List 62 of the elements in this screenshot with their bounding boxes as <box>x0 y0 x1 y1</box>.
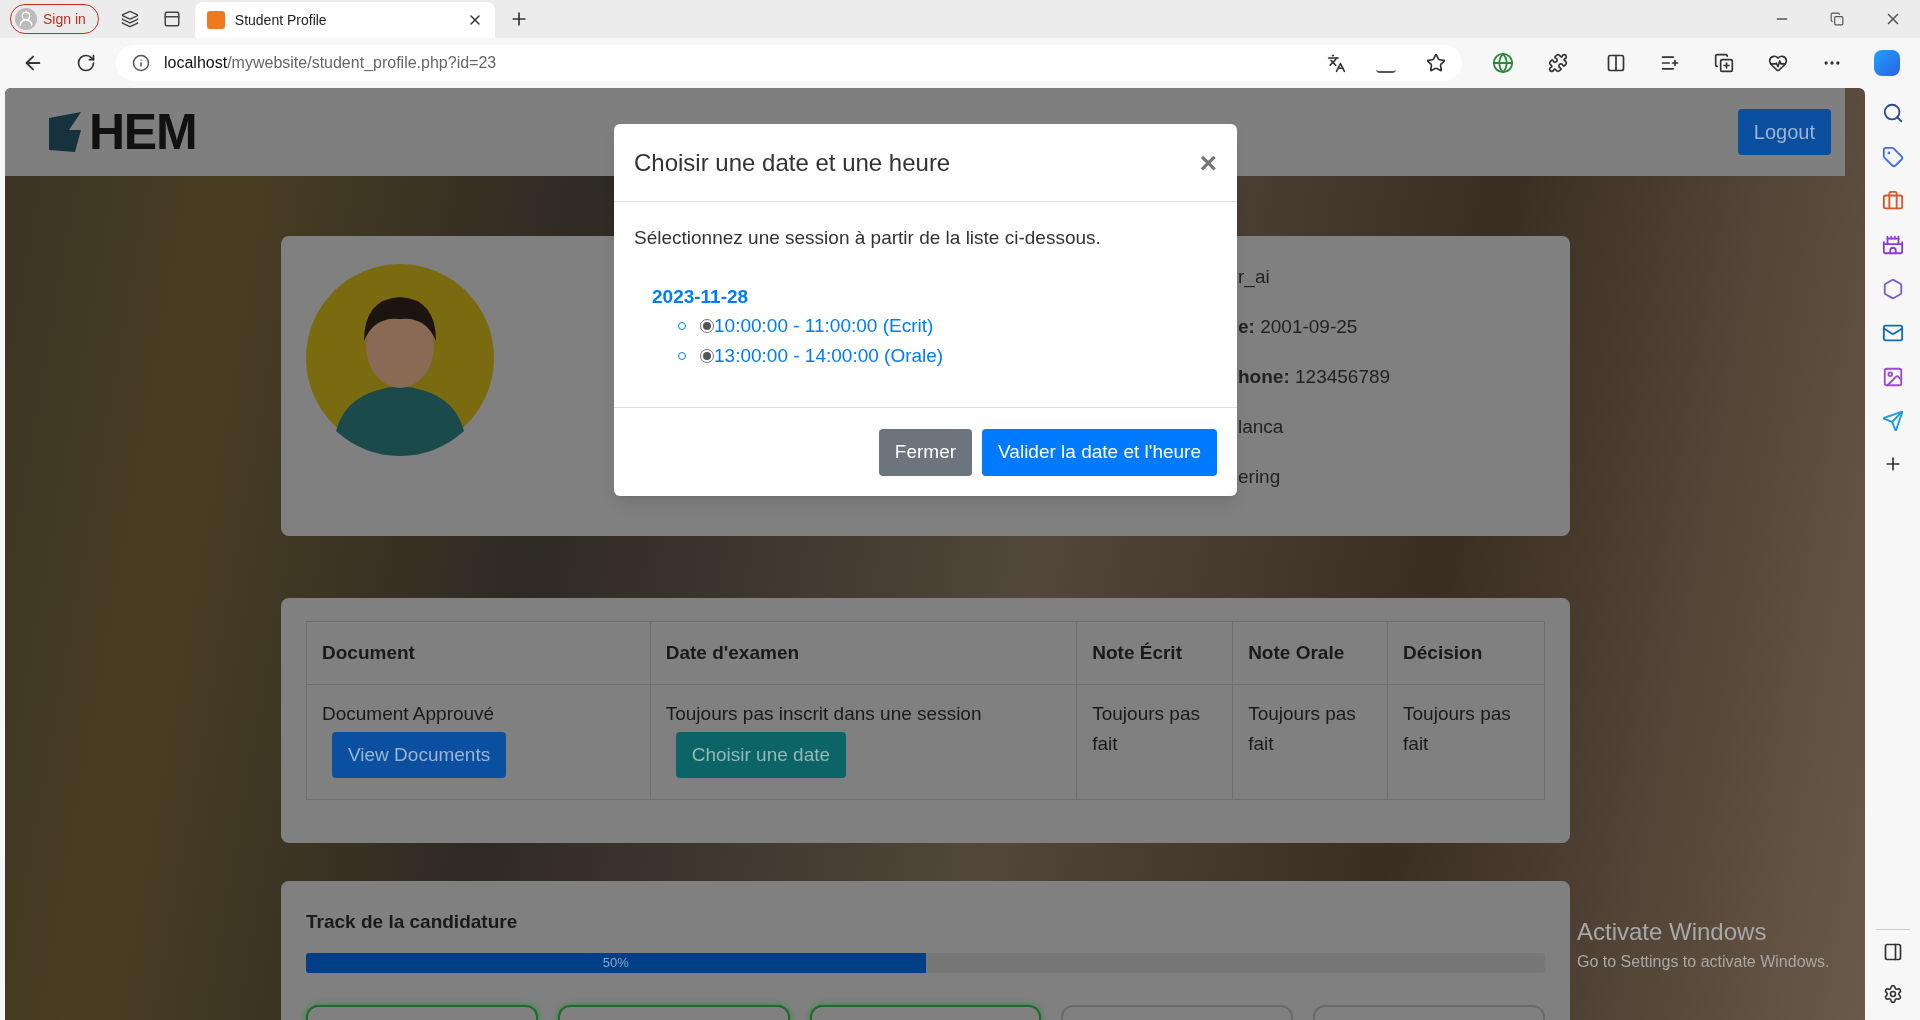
site-info-icon[interactable] <box>132 54 150 72</box>
profile-field: e: 2001-09-25 <box>1238 313 1391 341</box>
close-button[interactable]: × <box>1199 147 1217 178</box>
toolbox-icon[interactable] <box>1881 190 1904 212</box>
url-text: localhost/mywebsite/student_profile.php?id=23 <box>164 53 497 73</box>
favorites-icon[interactable] <box>1660 53 1680 73</box>
office-icon[interactable] <box>1881 278 1904 300</box>
tab-actions-icon[interactable] <box>162 10 181 28</box>
profile-field: r_ai <box>1238 263 1391 291</box>
settings-icon[interactable] <box>1882 984 1903 1004</box>
profile-field: lanca <box>1238 413 1391 441</box>
address-bar[interactable]: localhost/mywebsite/student_profile.php?id=23 <box>116 45 1462 81</box>
chess-icon[interactable] <box>1881 234 1904 256</box>
session-option[interactable]: 13:00:00 - 14:00:00 (Orale) <box>700 341 944 371</box>
session-option[interactable]: 10:00:00 - 11:00:00 (Ecrit) <box>700 311 934 341</box>
column-header: Note Orale <box>1232 621 1388 685</box>
reload-icon[interactable] <box>76 53 96 73</box>
logo-text: HEM <box>89 107 197 157</box>
modal-instruction: Sélectionnez une session à partir de la liste ci-dessous. <box>634 226 1102 250</box>
health-icon[interactable] <box>1768 53 1788 73</box>
table-cell-text: Toujours pas fait <box>1248 702 1357 756</box>
radio-icon <box>700 349 714 363</box>
tab-title: Student Profile <box>234 10 328 30</box>
radio-icon <box>700 319 714 333</box>
collections-icon[interactable] <box>1714 53 1734 73</box>
translate-icon[interactable] <box>1327 53 1346 73</box>
globe-extension-icon[interactable] <box>1492 52 1514 74</box>
column-header: Note Écrit <box>1076 621 1233 685</box>
column-header: Décision <box>1387 621 1545 685</box>
image-editor-icon[interactable] <box>1881 366 1904 388</box>
table-cell-text: Document Approuvé <box>322 702 496 726</box>
mail-icon[interactable] <box>1881 322 1904 344</box>
table-cell-text: Toujours pas inscrit dans une session <box>665 702 983 726</box>
profile-field: ering <box>1238 463 1391 491</box>
session-date: 2023-11-28 <box>652 284 750 309</box>
table-cell-text: Toujours pas fait <box>1092 702 1201 756</box>
progress-label: 50% <box>602 953 629 972</box>
activation-title: Activate Windows <box>1577 917 1768 947</box>
site-favicon-icon <box>206 11 225 29</box>
table-action-button[interactable]: Choisir une date <box>675 732 847 778</box>
modal-button[interactable]: Fermer <box>878 428 973 476</box>
workspaces-icon[interactable] <box>120 10 139 28</box>
browser-tab[interactable]: Student Profile <box>194 2 495 38</box>
table-action-button[interactable]: View Documents <box>332 732 507 778</box>
favorite-star-icon[interactable] <box>1426 53 1446 73</box>
activation-subtitle: Go to Settings to activate Windows. <box>1577 952 1830 972</box>
modal-title: Choisir une date et une heure <box>634 147 951 178</box>
sidebar-toggle-icon[interactable] <box>1882 942 1903 962</box>
profile-icon <box>15 8 37 30</box>
extensions-icon[interactable] <box>1548 53 1568 73</box>
table-cell-text: Toujours pas fait <box>1403 702 1512 756</box>
logout-button[interactable]: Logout <box>1737 109 1831 155</box>
column-header: Date d'examen <box>650 621 1077 685</box>
paper-plane-icon[interactable] <box>1881 410 1904 432</box>
track-title: Track de la candidature <box>306 910 519 934</box>
column-header: Document <box>306 621 651 685</box>
search-icon[interactable] <box>1881 102 1904 124</box>
profile-field: hone: 123456789 <box>1238 363 1391 391</box>
restore-icon[interactable] <box>1830 12 1844 26</box>
split-screen-icon[interactable] <box>1606 53 1626 73</box>
tag-icon[interactable] <box>1881 146 1904 168</box>
modal-button[interactable]: Valider la date et l'heure <box>982 428 1217 476</box>
